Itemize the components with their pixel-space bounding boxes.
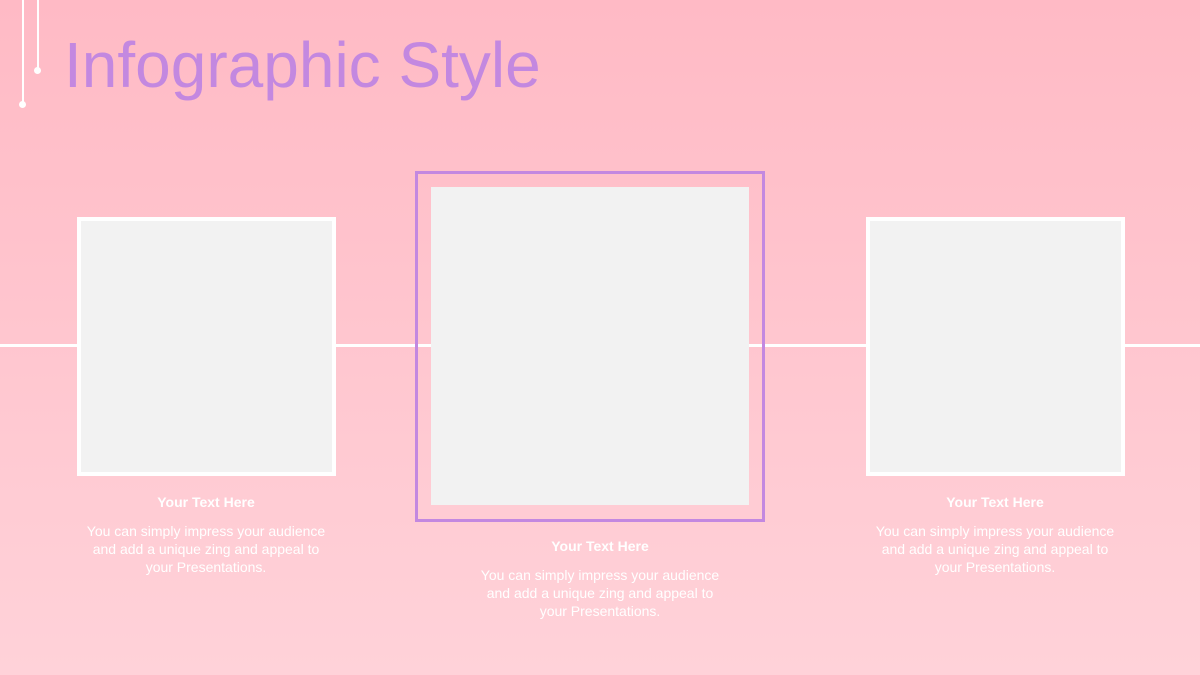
caption-center: Your Text Here You can simply impress yo… <box>480 538 720 620</box>
caption-body: You can simply impress your audience and… <box>86 523 326 575</box>
image-placeholder-center[interactable] <box>431 187 749 505</box>
decorative-dot-left <box>19 101 26 108</box>
caption-right: Your Text Here You can simply impress yo… <box>875 494 1115 576</box>
caption-body: You can simply impress your audience and… <box>480 567 720 619</box>
caption-heading: Your Text Here <box>946 494 1044 510</box>
caption-body: You can simply impress your audience and… <box>875 523 1115 575</box>
slide-title: Infographic Style <box>64 29 541 101</box>
decorative-line-right <box>37 0 39 70</box>
decorative-dot-right <box>34 67 41 74</box>
decorative-line-left <box>22 0 24 104</box>
caption-left: Your Text Here You can simply impress yo… <box>86 494 326 576</box>
image-placeholder-right[interactable] <box>866 217 1125 476</box>
caption-heading: Your Text Here <box>551 538 649 554</box>
image-placeholder-left[interactable] <box>77 217 336 476</box>
caption-heading: Your Text Here <box>157 494 255 510</box>
